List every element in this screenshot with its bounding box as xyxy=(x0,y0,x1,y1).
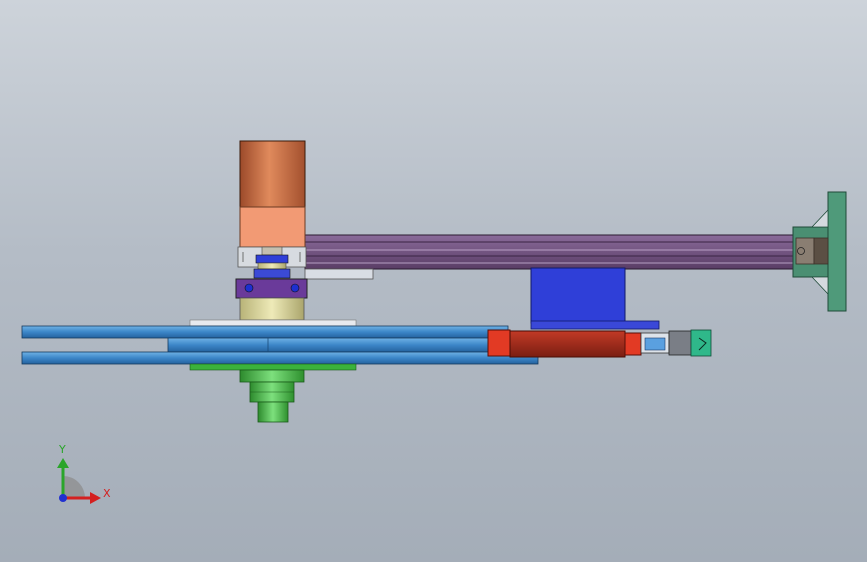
x-axis-arrowhead-icon xyxy=(90,492,101,504)
idler-arm[interactable] xyxy=(487,329,712,358)
lower-shaft[interactable] xyxy=(239,369,305,423)
y-axis-label: Y xyxy=(59,443,66,456)
bolt-icon xyxy=(290,283,300,293)
z-axis-icon xyxy=(59,494,67,502)
cad-viewport[interactable]: Y X xyxy=(0,0,867,562)
slide-block[interactable] xyxy=(530,267,660,330)
coordinate-triad xyxy=(57,458,101,504)
bolt-icon xyxy=(244,283,254,293)
cad-model-view[interactable] xyxy=(0,0,867,562)
wall-mount-bracket[interactable] xyxy=(792,191,847,312)
y-axis-arrowhead-icon xyxy=(57,458,69,468)
x-axis-label: X xyxy=(103,487,111,500)
belt-pulley-assembly[interactable] xyxy=(21,319,539,371)
